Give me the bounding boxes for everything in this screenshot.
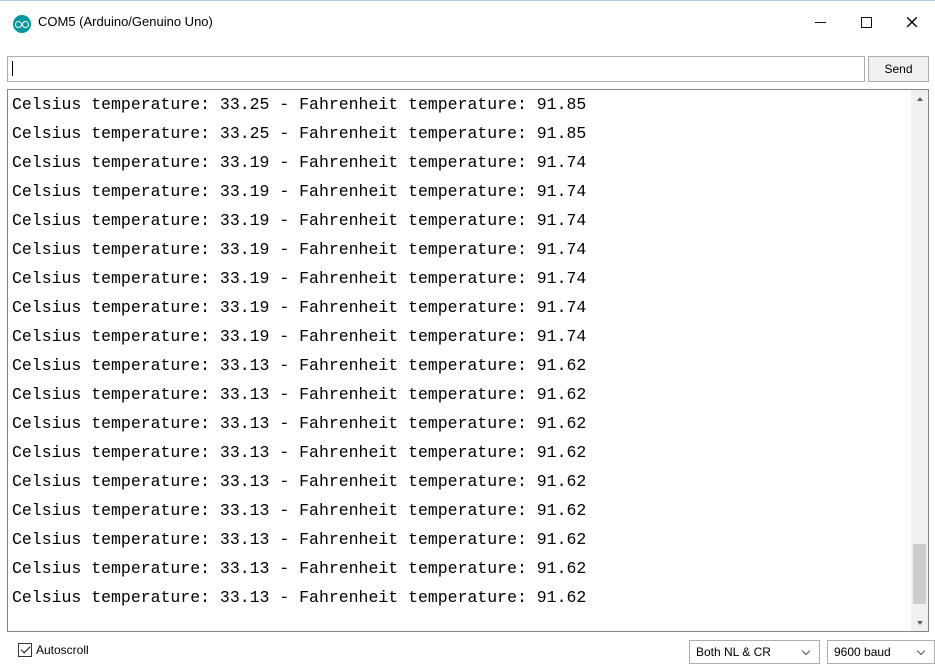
chevron-down-icon [916, 646, 926, 656]
close-button[interactable]: × [889, 1, 935, 41]
output-line: Celsius temperature: 33.19 - Fahrenheit … [12, 327, 587, 346]
output-line: Celsius temperature: 33.19 - Fahrenheit … [12, 240, 587, 259]
output-line: Celsius temperature: 33.13 - Fahrenheit … [12, 443, 587, 462]
serial-output[interactable]: Celsius temperature: 33.25 - Fahrenheit … [7, 89, 929, 632]
text-cursor [12, 61, 13, 76]
baud-rate-select[interactable]: 9600 baud [827, 640, 935, 664]
output-line: Celsius temperature: 33.19 - Fahrenheit … [12, 182, 587, 201]
autoscroll-toggle[interactable]: Autoscroll [18, 643, 89, 657]
output-line: Celsius temperature: 33.25 - Fahrenheit … [12, 95, 587, 114]
output-line: Celsius temperature: 33.13 - Fahrenheit … [12, 385, 587, 404]
output-lines: Celsius temperature: 33.25 - Fahrenheit … [12, 90, 902, 612]
scroll-up-button[interactable] [911, 90, 928, 107]
output-line: Celsius temperature: 33.19 - Fahrenheit … [12, 153, 587, 172]
autoscroll-checkbox[interactable] [18, 643, 32, 657]
output-line: Celsius temperature: 33.13 - Fahrenheit … [12, 414, 587, 433]
chevron-down-icon [801, 646, 811, 656]
scroll-down-button[interactable] [911, 614, 928, 631]
chevron-up-icon [916, 96, 923, 101]
status-footer: Autoscroll Both NL & CR 9600 baud [0, 638, 935, 668]
output-line: Celsius temperature: 33.13 - Fahrenheit … [12, 530, 587, 549]
serial-input[interactable] [7, 56, 865, 82]
send-row: Send [0, 55, 935, 83]
chevron-down-icon [916, 620, 923, 625]
autoscroll-label: Autoscroll [36, 643, 89, 657]
output-line: Celsius temperature: 33.13 - Fahrenheit … [12, 559, 587, 578]
arduino-icon [13, 15, 31, 33]
output-line: Celsius temperature: 33.13 - Fahrenheit … [12, 501, 587, 520]
output-line: Celsius temperature: 33.13 - Fahrenheit … [12, 356, 587, 375]
scroll-thumb[interactable] [913, 544, 926, 604]
maximize-button[interactable] [843, 1, 889, 41]
line-ending-select[interactable]: Both NL & CR [689, 640, 820, 664]
output-line: Celsius temperature: 33.13 - Fahrenheit … [12, 588, 587, 607]
minimize-icon [814, 21, 826, 23]
maximize-icon [860, 16, 872, 28]
close-icon: × [904, 10, 920, 33]
output-line: Celsius temperature: 33.19 - Fahrenheit … [12, 269, 587, 288]
baud-rate-value: 9600 baud [834, 645, 891, 659]
title-bar: COM5 (Arduino/Genuino Uno) × [0, 0, 935, 40]
window-title: COM5 (Arduino/Genuino Uno) [38, 14, 213, 29]
line-ending-value: Both NL & CR [696, 645, 771, 659]
output-line: Celsius temperature: 33.19 - Fahrenheit … [12, 298, 587, 317]
minimize-button[interactable] [797, 1, 843, 41]
vertical-scrollbar[interactable] [911, 90, 928, 631]
send-button[interactable]: Send [868, 56, 929, 82]
output-line: Celsius temperature: 33.13 - Fahrenheit … [12, 472, 587, 491]
output-line: Celsius temperature: 33.25 - Fahrenheit … [12, 124, 587, 143]
output-line: Celsius temperature: 33.19 - Fahrenheit … [12, 211, 587, 230]
